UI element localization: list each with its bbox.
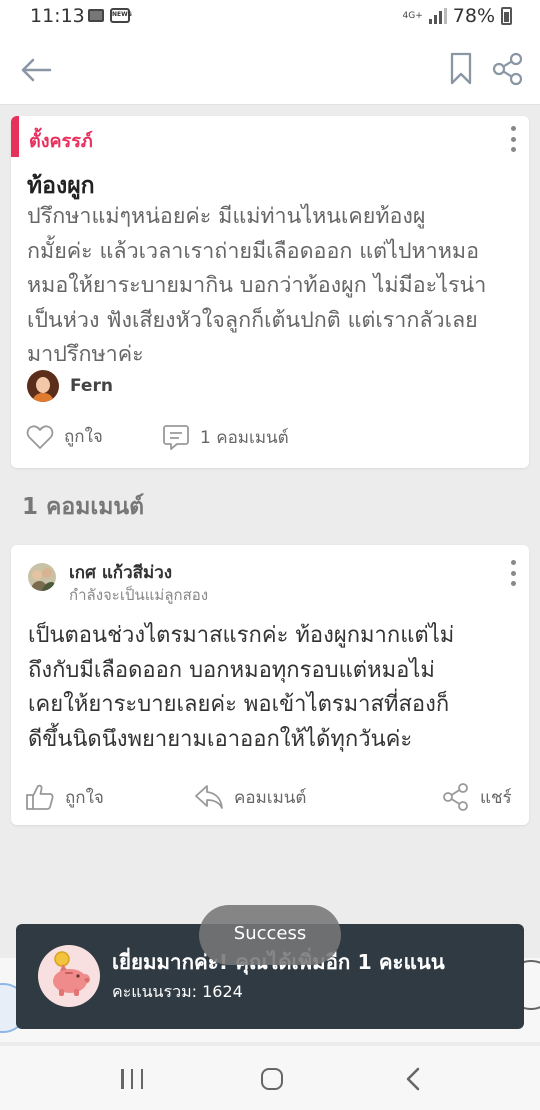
- post-body-line: เป็นห่วง ฟังเสียงหัวใจลูกก็เต้นปกติ แต่เ…: [27, 307, 478, 333]
- image-notification-icon: [88, 9, 104, 22]
- arrow-left-icon: [21, 58, 52, 82]
- battery-icon: [501, 7, 512, 25]
- share-icon: [443, 783, 468, 811]
- comment-body-line: เคยให้ยาระบายเลยค่ะ พอเข้าไตรมาสที่สองก็: [28, 692, 450, 717]
- piggy-bank-icon: [38, 945, 100, 1007]
- success-toast: Success: [199, 905, 341, 965]
- battery-percent: 78%: [452, 5, 495, 27]
- post-body: ปรึกษาแม่ๆหน่อยค่ะ มีแม่ท่านไหนเคยท้องผู…: [27, 200, 519, 373]
- status-time: 11:13: [30, 5, 85, 27]
- back-button[interactable]: [18, 52, 54, 88]
- snackbar-subtitle: คะแนนรวม: 1624: [112, 982, 243, 1001]
- comment-like-label: ถูกใจ: [65, 787, 104, 808]
- comment-more-button[interactable]: [509, 560, 517, 586]
- post-more-button[interactable]: [509, 126, 517, 152]
- comment-like-button[interactable]: ถูกใจ: [25, 783, 104, 811]
- signal-icon: [428, 8, 447, 24]
- comment-reply-label: คอมเมนต์: [234, 787, 307, 808]
- post-like-button[interactable]: ถูกใจ: [26, 423, 103, 450]
- more-vert-icon: [510, 560, 516, 565]
- top-app-bar: [0, 34, 540, 105]
- comment-body-line: ดีขึ้นนิดนึงพยายามเอาออกให้ได้ทุกวันค่ะ: [28, 726, 413, 752]
- chevron-left-icon: [406, 1067, 420, 1091]
- comment-card: เกศ แก้วสีม่วง กำลังจะเป็นแม่ลูกสอง เป็น…: [11, 545, 529, 825]
- recents-button[interactable]: [121, 1069, 143, 1089]
- post-comment-button[interactable]: 1 คอมเมนต์: [162, 423, 289, 451]
- toast-text: Success: [233, 923, 307, 944]
- comment-share-label: แชร์: [480, 787, 512, 808]
- comment-body-line: เป็นตอนช่วงไตรมาสแรกค่ะ ท้องผูกมากแต่ไม่: [28, 623, 455, 648]
- post-body-line: มาปรึกษาค่ะ: [27, 342, 144, 367]
- category-accent-bar: [11, 116, 19, 157]
- status-bar: 11:13 NEWS 4G+ 78%: [0, 0, 540, 34]
- home-button[interactable]: [261, 1068, 283, 1090]
- post-title: ท้องผูก: [27, 173, 95, 199]
- thumbs-up-icon: [26, 784, 54, 810]
- commenter-status: กำลังจะเป็นแม่ลูกสอง: [69, 586, 209, 604]
- post-card: ตั้งครรภ์ ท้องผูก ปรึกษาแม่ๆหน่อยค่ะ มีแ…: [11, 116, 529, 468]
- more-vert-icon: [510, 126, 516, 131]
- commenter-info: เกศ แก้วสีม่วง กำลังจะเป็นแม่ลูกสอง: [28, 562, 208, 606]
- network-type-icon: 4G+: [402, 10, 423, 21]
- post-author[interactable]: Fern: [27, 370, 113, 402]
- news-notification-icon: NEWS: [110, 8, 132, 23]
- reply-icon: [195, 785, 223, 809]
- comment-reply-button[interactable]: คอมเมนต์: [194, 783, 306, 811]
- comment-bubble-icon: [163, 425, 189, 450]
- share-icon: [492, 52, 523, 86]
- like-label: ถูกใจ: [64, 427, 103, 447]
- heart-icon: [26, 424, 54, 449]
- comment-share-button[interactable]: แชร์: [442, 783, 512, 811]
- post-body-line: กมั้ยค่ะ แล้วเวลาเราถ่ายมีเลือดออก แต่ไป…: [27, 238, 480, 264]
- bookmark-icon: [450, 52, 472, 85]
- post-body-line: ปรึกษาแม่ๆหน่อยค่ะ มีแม่ท่านไหนเคยท้องผู: [27, 204, 426, 229]
- bookmark-button[interactable]: [448, 51, 474, 87]
- comment-body-line: ถึงกับมีเลือดออก บอกหมอทุกรอบแต่หมอไม่: [28, 657, 435, 683]
- comment-count-label: 1 คอมเมนต์: [200, 427, 289, 448]
- system-back-button[interactable]: [404, 1066, 422, 1092]
- commenter-avatar[interactable]: [28, 563, 56, 591]
- author-avatar[interactable]: [27, 370, 59, 402]
- system-nav-bar: [0, 1046, 540, 1110]
- comment-body: เป็นตอนช่วงไตรมาสแรกค่ะ ท้องผูกมากแต่ไม่…: [28, 619, 518, 757]
- post-category[interactable]: ตั้งครรภ์: [29, 126, 93, 155]
- commenter-name[interactable]: เกศ แก้วสีม่วง: [69, 562, 208, 584]
- post-body-line: หมอให้ยาระบายมากิน บอกว่าท้องผูก ไม่มีอะ…: [27, 273, 487, 298]
- author-name[interactable]: Fern: [70, 376, 113, 396]
- comments-section-title: 1 คอมเมนต์: [22, 494, 145, 520]
- share-button[interactable]: [490, 51, 526, 87]
